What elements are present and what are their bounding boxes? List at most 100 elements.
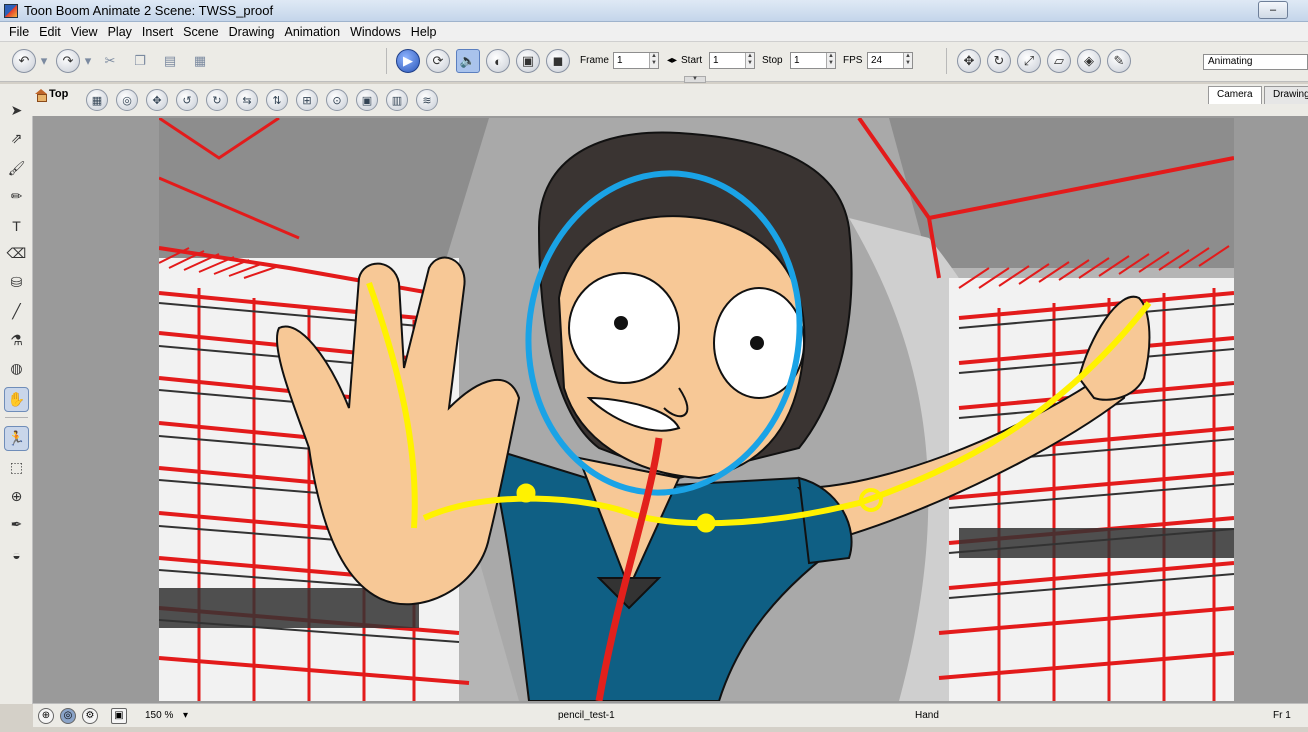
frame-value: 1 — [617, 55, 623, 66]
bucket-tool-icon[interactable]: ◒ — [4, 542, 29, 567]
loop-icon[interactable]: ⟳ — [426, 49, 450, 73]
menu-drawing[interactable]: Drawing — [224, 25, 280, 39]
menu-insert[interactable]: Insert — [137, 25, 178, 39]
start-spin-arrows[interactable]: ▲ ▼ — [745, 53, 754, 68]
frame-spin-arrows[interactable]: ▲ ▼ — [649, 53, 658, 68]
transform-icon[interactable]: ✥ — [957, 49, 981, 73]
select-tool-icon[interactable]: ➤ — [4, 98, 29, 123]
character-left-pupil — [614, 316, 628, 330]
onion-skin-icon[interactable]: ◎ — [116, 89, 138, 111]
safe-area-icon[interactable]: ▥ — [386, 89, 408, 111]
light-table-icon[interactable]: ✥ — [146, 89, 168, 111]
transform-tool-icon[interactable]: ⬚ — [4, 455, 29, 480]
paint-tool-icon[interactable]: ⛁ — [4, 270, 29, 295]
toolbar-separator — [946, 48, 947, 74]
menu-scene[interactable]: Scene — [178, 25, 223, 39]
redo-icon[interactable]: ↷ — [56, 49, 80, 73]
flip-horizontal-icon[interactable]: ⇆ — [236, 89, 258, 111]
zoom-value[interactable]: 150 % — [145, 710, 173, 721]
character-right-pupil — [750, 336, 764, 350]
start-field[interactable]: 1 ▲ ▼ — [709, 52, 755, 69]
menu-edit[interactable]: Edit — [34, 25, 66, 39]
menu-help[interactable]: Help — [406, 25, 442, 39]
drawing-stage[interactable] — [159, 118, 1234, 701]
right-shelf-shadow — [959, 528, 1234, 558]
current-tool: Hand — [915, 710, 939, 721]
stop-field[interactable]: 1 ▲ ▼ — [790, 52, 836, 69]
tab-drawing[interactable]: Drawing — [1264, 86, 1308, 104]
window-title: Toon Boom Animate 2 Scene: TWSS_proof — [24, 3, 274, 18]
scale-icon[interactable]: ⤢ — [1017, 49, 1041, 73]
paste-icon[interactable]: ▤ — [158, 49, 182, 73]
field-guide-icon[interactable]: ≋ — [416, 89, 438, 111]
main-toolbar: ↶ ▾ ↷ ▾ ✂ ❐ ▤ ▦ ▶ ⟳ 🔈 ◐ ▣ ◼ Frame 1 ▲ ▼ ◂… — [0, 42, 1308, 83]
title-bar: Toon Boom Animate 2 Scene: TWSS_proof – — [0, 0, 1308, 22]
toolbox-separator — [5, 417, 28, 418]
rotate-view-icon[interactable]: ◍ — [4, 356, 29, 381]
copy-icon[interactable]: ❐ — [128, 49, 152, 73]
arm-guide-joint — [516, 483, 536, 503]
bone-icon[interactable]: ✎ — [1107, 49, 1131, 73]
render-icon[interactable]: ▣ — [516, 49, 540, 73]
rotate-icon[interactable]: ↻ — [987, 49, 1011, 73]
fps-spin-arrows[interactable]: ▲ ▼ — [903, 53, 912, 68]
skew-icon[interactable]: ▱ — [1047, 49, 1071, 73]
menu-play[interactable]: Play — [103, 25, 137, 39]
view-toolbar: Top ▦ ◎ ✥ ↺ ↻ ⇆ ⇅ ⊞ ⊙ ▣ ▥ ≋ Camera Drawi… — [32, 84, 1308, 116]
sound-scrub-icon[interactable]: ◐ — [486, 49, 510, 73]
undo-dropdown-icon[interactable]: ▾ — [38, 49, 50, 73]
settings-gear-icon[interactable]: ⚙ — [82, 708, 98, 724]
eraser-tool-icon[interactable]: ⌫ — [4, 241, 29, 266]
grid-icon[interactable]: ▦ — [86, 89, 108, 111]
current-layer: pencil_test-1 — [558, 710, 615, 721]
stop-render-icon[interactable]: ◼ — [546, 49, 570, 73]
window-bottom-edge — [0, 727, 1308, 732]
zoom-icon[interactable]: ⊙ — [326, 89, 348, 111]
line-tool-icon[interactable]: ╱ — [4, 299, 29, 324]
animate-tool-icon[interactable]: 🏃 — [4, 426, 29, 451]
view-title-text: Top — [49, 88, 69, 100]
play-icon[interactable]: ▶ — [396, 49, 420, 73]
turn-right-icon[interactable]: ↻ — [206, 89, 228, 111]
dropper-tool-icon[interactable]: ⚗ — [4, 328, 29, 353]
pivot-tool-icon[interactable]: ⊕ — [4, 484, 29, 509]
morph-icon[interactable]: ◈ — [1077, 49, 1101, 73]
fps-field[interactable]: 24 ▲ ▼ — [867, 52, 913, 69]
frame-field[interactable]: 1 ▲ ▼ — [613, 52, 659, 69]
frame-label: Frame — [580, 55, 609, 66]
flip-vertical-icon[interactable]: ⇅ — [266, 89, 288, 111]
zoom-dropdown-icon[interactable]: ▾ — [183, 710, 188, 721]
reset-view-icon[interactable]: ⊞ — [296, 89, 318, 111]
stop-value: 1 — [794, 55, 800, 66]
turn-left-icon[interactable]: ↺ — [176, 89, 198, 111]
fps-value: 24 — [871, 55, 883, 66]
cut-icon[interactable]: ✂ — [98, 49, 122, 73]
tab-camera[interactable]: Camera — [1208, 86, 1262, 104]
zoom-reset-icon[interactable]: ◎ — [60, 708, 76, 724]
text-tool-icon[interactable]: T — [4, 213, 29, 238]
menu-animation[interactable]: Animation — [279, 25, 345, 39]
pencil-tool-icon[interactable]: ✏ — [4, 184, 29, 209]
reset-rotation-icon[interactable]: ⊕ — [38, 708, 54, 724]
mode-combo-value: Animating — [1208, 56, 1253, 67]
menu-windows[interactable]: Windows — [345, 25, 406, 39]
brush-tool-icon[interactable]: 🖌 — [4, 156, 29, 181]
stop-spin-arrows[interactable]: ▲ ▼ — [826, 53, 835, 68]
menu-file[interactable]: File — [4, 25, 34, 39]
select-all-icon[interactable]: ▦ — [188, 49, 212, 73]
frame-view-icon[interactable]: ▣ — [111, 708, 127, 724]
contour-editor-icon[interactable]: ⇗ — [4, 126, 29, 151]
minimize-button[interactable]: – — [1258, 1, 1288, 19]
mode-combo[interactable]: Animating — [1203, 54, 1308, 70]
hand-icon[interactable]: ✋ — [4, 387, 29, 412]
camera-viewport[interactable] — [33, 116, 1308, 703]
menu-view[interactable]: View — [66, 25, 103, 39]
toolbar-separator — [386, 48, 387, 74]
pen-tool-icon[interactable]: ✒ — [4, 512, 29, 537]
redo-dropdown-icon[interactable]: ▾ — [82, 49, 94, 73]
camera-icon[interactable]: ▣ — [356, 89, 378, 111]
undo-icon[interactable]: ↶ — [12, 49, 36, 73]
toolbar-collapse-grip[interactable]: ▼ — [684, 76, 706, 83]
sound-icon[interactable]: 🔈 — [456, 49, 480, 73]
start-arrows-icon: ◂▸ — [667, 55, 678, 66]
